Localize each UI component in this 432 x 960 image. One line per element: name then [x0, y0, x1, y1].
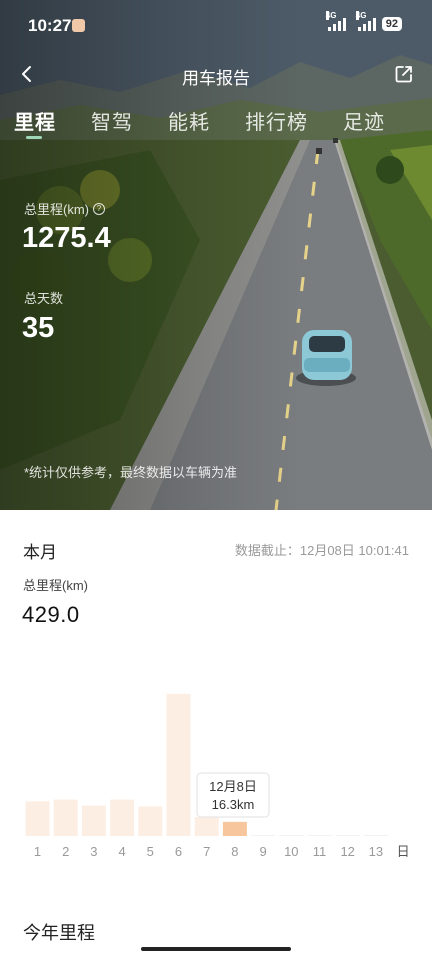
- tab-smart-driving[interactable]: 智驾: [91, 106, 133, 135]
- x-tick-label: 8: [231, 844, 238, 859]
- x-tick-label: 12: [340, 844, 354, 859]
- chart-bar-day-12[interactable]: [335, 835, 360, 836]
- status-indicators: 4G 4G 92: [325, 11, 402, 31]
- month-total-value: 429.0: [22, 602, 80, 627]
- x-tick-label: 7: [203, 844, 210, 859]
- daily-mileage-chart[interactable]: 1 2 3 4 5 6 7 8 9 10 11 12 13 日 12月8日 16.3km: [0, 670, 432, 870]
- chart-tooltip: 12月8日 16.3km: [196, 772, 270, 818]
- info-icon[interactable]: ?: [93, 202, 105, 215]
- battery-indicator: 92: [381, 17, 402, 31]
- status-bar: 10:27 4G 4G 92: [0, 0, 432, 50]
- chart-bar-day-1[interactable]: [25, 801, 50, 836]
- total-mileage-value: 1275.4: [22, 222, 111, 254]
- signal-2-icon: 4G: [355, 11, 376, 31]
- chart-bar-day-13[interactable]: [363, 835, 388, 836]
- chart-bar-day-4[interactable]: [110, 799, 135, 836]
- monthly-section: 本月 数据截止：12月08日 10:01:41 总里程(km) 429.0 12…: [0, 510, 432, 960]
- chart-bar-day-5[interactable]: [138, 806, 163, 836]
- tab-footprint[interactable]: 足迹: [343, 106, 385, 135]
- x-tick-label: 4: [118, 844, 125, 859]
- chart-bar-day-7[interactable]: [194, 816, 219, 836]
- page-title: 用车报告: [182, 69, 250, 88]
- x-tick-label: 2: [62, 844, 69, 859]
- chart-bar-day-9[interactable]: [251, 835, 276, 836]
- network-type-2: 4G: [355, 11, 367, 20]
- network-type-1: 4G: [325, 11, 337, 20]
- year-mileage-title: 今年里程: [23, 923, 95, 943]
- tab-mileage[interactable]: 里程: [14, 106, 56, 139]
- chart-bar-day-10[interactable]: [279, 835, 304, 836]
- data-cutoff-time: 数据截止：12月08日 10:01:41: [234, 543, 409, 558]
- status-time: 10:27: [28, 16, 72, 35]
- home-indicator: [141, 947, 291, 951]
- tooltip-value: 16.3km: [212, 797, 255, 812]
- signal-1-icon: 4G: [325, 11, 346, 31]
- month-total-label: 总里程(km): [23, 578, 88, 593]
- month-title: 本月: [23, 543, 57, 562]
- x-axis-unit: 日: [397, 844, 410, 859]
- chart-bar-day-11[interactable]: [307, 835, 332, 836]
- x-tick-label: 9: [259, 844, 266, 859]
- hero-banner: 10:27 4G 4G 92 用车报告 里程 智驾 能耗 排行榜 足迹 总里程(…: [0, 0, 432, 510]
- x-tick-label: 6: [175, 844, 182, 859]
- chart-bar-day-6[interactable]: [166, 693, 191, 836]
- disclaimer-text: *统计仅供参考，最终数据以车辆为准: [24, 465, 238, 480]
- chart-bar-day-2[interactable]: [53, 799, 78, 836]
- x-tick-label: 11: [313, 844, 327, 859]
- x-tick-label: 13: [369, 844, 383, 859]
- total-mileage-label: 总里程(km): [24, 202, 89, 217]
- tab-energy[interactable]: 能耗: [168, 106, 210, 135]
- x-tick-label: 1: [34, 844, 41, 859]
- tab-ranking[interactable]: 排行榜: [245, 106, 308, 135]
- total-days-value: 35: [22, 312, 55, 344]
- x-tick-label: 5: [147, 844, 154, 859]
- share-icon[interactable]: [394, 64, 414, 84]
- x-tick-label: 10: [284, 844, 298, 859]
- tooltip-date: 12月8日: [209, 779, 257, 794]
- total-mileage-label-row: 总里程(km) ?: [24, 199, 105, 218]
- nav-bar: 用车报告: [0, 56, 432, 92]
- report-tabs: 里程 智驾 能耗 排行榜 足迹: [14, 106, 420, 139]
- app-notification-icon: [72, 19, 85, 32]
- chart-bar-day-3[interactable]: [81, 805, 106, 836]
- chart-bar-day-8[interactable]: [222, 821, 247, 836]
- x-tick-label: 3: [90, 844, 97, 859]
- total-days-label: 总天数: [24, 291, 64, 306]
